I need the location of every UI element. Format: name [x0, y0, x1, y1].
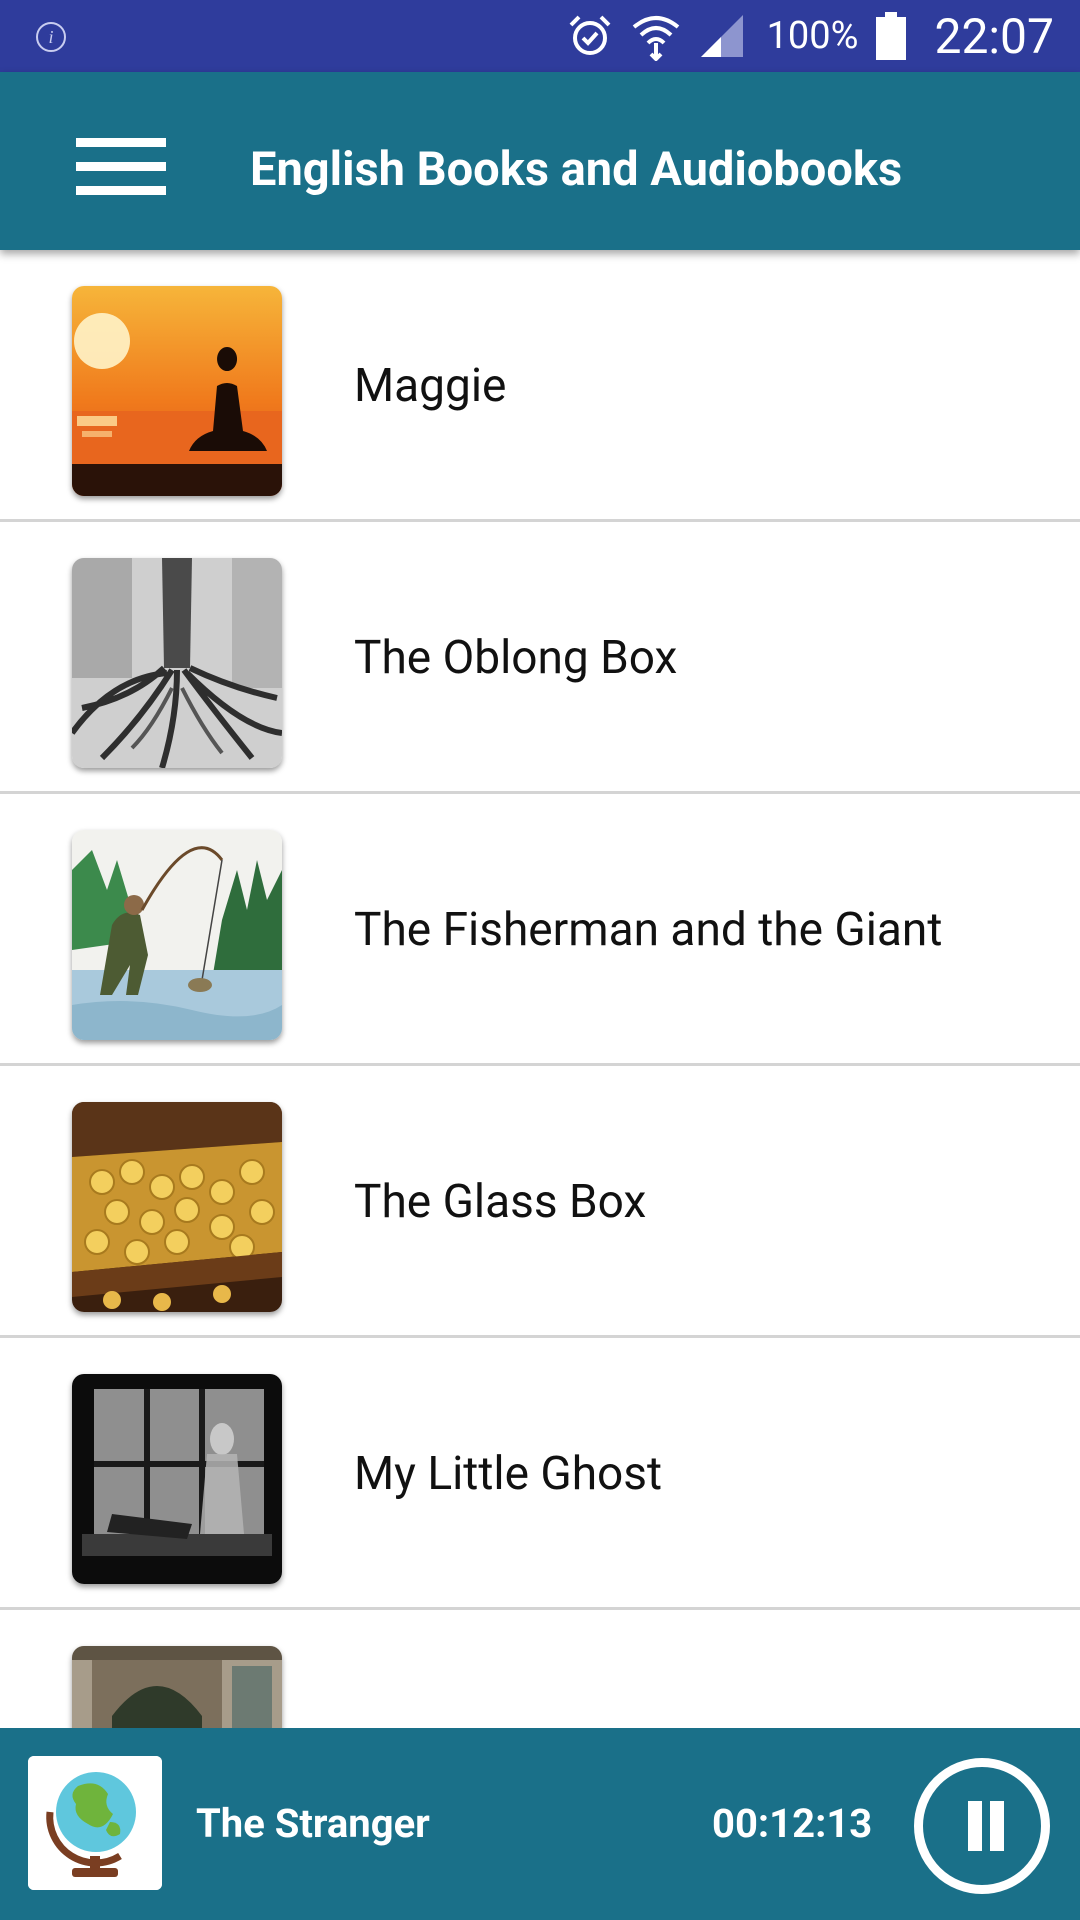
book-title: The Fisherman and the Giant: [354, 903, 943, 957]
book-cover-image: [72, 830, 282, 1040]
book-cover-image: [72, 1102, 282, 1312]
book-item[interactable]: [0, 1610, 1080, 1728]
book-cover-image: [72, 286, 282, 496]
book-list[interactable]: Maggie The Oblong Box The Fisherman and …: [0, 250, 1080, 1728]
now-playing-bar[interactable]: The Stranger 00:12:13: [0, 1728, 1080, 1920]
app-title: English Books and Audiobooks: [250, 142, 903, 197]
wifi-icon: [632, 16, 679, 61]
alarm-icon: [569, 15, 610, 55]
status-icons: 100% 22:07: [567, 0, 1054, 72]
book-item[interactable]: The Glass Box: [0, 1066, 1080, 1338]
clock: 22:07: [934, 7, 1054, 65]
info-icon: i: [36, 22, 66, 52]
now-playing-title: The Stranger: [196, 1800, 430, 1847]
elapsed-time: 00:12:13: [712, 1800, 873, 1847]
hamburger-menu-icon[interactable]: [76, 138, 166, 196]
battery-percent: 100%: [766, 14, 859, 58]
book-cover-image: [72, 1374, 282, 1584]
book-item[interactable]: Maggie: [0, 250, 1080, 522]
book-cover-image: [72, 1646, 282, 1728]
app-bar: English Books and Audiobooks: [0, 72, 1080, 250]
book-item[interactable]: My Little Ghost: [0, 1338, 1080, 1610]
book-title: The Glass Box: [354, 1175, 647, 1229]
book-item[interactable]: The Fisherman and the Giant: [0, 794, 1080, 1066]
book-title: Maggie: [354, 359, 507, 413]
book-title: The Oblong Box: [354, 631, 678, 685]
globe-icon: [28, 1756, 162, 1890]
book-cover-image: [72, 558, 282, 768]
battery-icon: [876, 12, 907, 60]
book-title: My Little Ghost: [354, 1447, 663, 1501]
book-item[interactable]: The Oblong Box: [0, 522, 1080, 794]
signal-icon: [700, 15, 743, 57]
pause-icon[interactable]: [914, 1758, 1050, 1894]
status-bar: i 100% 22:07: [0, 0, 1080, 72]
